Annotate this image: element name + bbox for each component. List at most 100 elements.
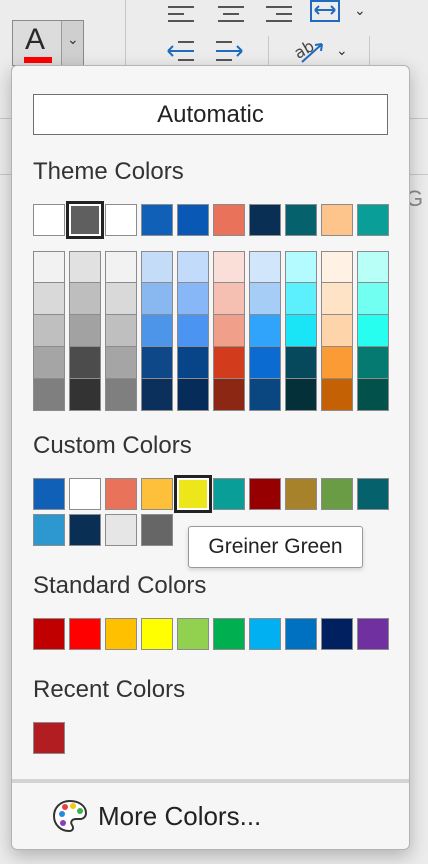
font-color-button[interactable]: A ⌄ <box>12 20 84 66</box>
standard-color-swatch[interactable] <box>249 618 281 650</box>
theme-shade-swatch[interactable] <box>69 251 101 283</box>
custom-color-swatch[interactable] <box>105 514 137 546</box>
theme-shade-swatch[interactable] <box>69 379 101 411</box>
theme-shade-swatch[interactable] <box>321 347 353 379</box>
theme-shade-swatch[interactable] <box>357 251 389 283</box>
custom-color-swatch[interactable] <box>105 478 137 510</box>
theme-color-swatch[interactable] <box>249 204 281 236</box>
align-center-icon[interactable] <box>218 4 246 24</box>
theme-color-swatch[interactable] <box>66 201 104 239</box>
theme-shade-swatch[interactable] <box>321 379 353 411</box>
theme-shade-swatch[interactable] <box>357 347 389 379</box>
custom-color-swatch[interactable] <box>213 478 245 510</box>
theme-shade-swatch[interactable] <box>105 315 137 347</box>
standard-color-swatch[interactable] <box>105 618 137 650</box>
theme-color-swatch[interactable] <box>321 204 353 236</box>
increase-indent-icon[interactable] <box>214 40 244 64</box>
more-colors-button[interactable]: More Colors... <box>52 794 261 838</box>
theme-color-swatch[interactable] <box>357 204 389 236</box>
recent-color-swatch[interactable] <box>33 722 65 754</box>
theme-shade-swatch[interactable] <box>105 251 137 283</box>
custom-color-swatch[interactable] <box>69 514 101 546</box>
theme-shade-swatch[interactable] <box>249 283 281 315</box>
theme-shade-swatch[interactable] <box>177 315 209 347</box>
standard-color-swatch[interactable] <box>285 618 317 650</box>
standard-color-swatch[interactable] <box>357 618 389 650</box>
standard-color-swatch[interactable] <box>321 618 353 650</box>
standard-color-swatch[interactable] <box>69 618 101 650</box>
theme-color-swatch[interactable] <box>285 204 317 236</box>
custom-color-swatch[interactable] <box>249 478 281 510</box>
theme-shade-swatch[interactable] <box>105 283 137 315</box>
align-left-icon[interactable] <box>168 4 196 24</box>
theme-shade-swatch[interactable] <box>141 283 173 315</box>
align-right-icon[interactable] <box>266 4 294 24</box>
theme-shade-swatch[interactable] <box>321 315 353 347</box>
font-color-dropdown-toggle[interactable]: ⌄ <box>61 21 83 65</box>
font-color-apply[interactable]: A <box>13 21 61 65</box>
custom-color-swatch[interactable] <box>174 475 212 513</box>
theme-shade-swatch[interactable] <box>177 347 209 379</box>
custom-color-swatch[interactable] <box>285 478 317 510</box>
chevron-down-icon[interactable]: ⌄ <box>354 2 366 19</box>
theme-shade-swatch[interactable] <box>33 347 65 379</box>
more-colors-label: More Colors... <box>98 800 262 831</box>
theme-shade-swatch[interactable] <box>285 315 317 347</box>
theme-shade-swatch[interactable] <box>33 315 65 347</box>
custom-color-swatch[interactable] <box>321 478 353 510</box>
theme-color-swatch[interactable] <box>141 204 173 236</box>
theme-shade-swatch[interactable] <box>33 283 65 315</box>
theme-shade-swatch[interactable] <box>141 251 173 283</box>
theme-shade-swatch[interactable] <box>141 347 173 379</box>
theme-shade-swatch[interactable] <box>213 379 245 411</box>
theme-shade-swatch[interactable] <box>285 379 317 411</box>
theme-shade-swatch[interactable] <box>285 347 317 379</box>
theme-shade-swatch[interactable] <box>213 251 245 283</box>
custom-color-swatch[interactable] <box>141 478 173 510</box>
theme-shade-swatch[interactable] <box>357 315 389 347</box>
automatic-button[interactable]: Automatic <box>33 94 388 135</box>
theme-color-swatch[interactable] <box>105 204 137 236</box>
theme-shade-swatch[interactable] <box>213 347 245 379</box>
standard-color-swatch[interactable] <box>33 618 65 650</box>
theme-shade-swatch[interactable] <box>213 315 245 347</box>
theme-shade-swatch[interactable] <box>105 379 137 411</box>
theme-shade-swatch[interactable] <box>285 283 317 315</box>
theme-shade-swatch[interactable] <box>249 347 281 379</box>
custom-color-swatch[interactable] <box>357 478 389 510</box>
theme-shade-swatch[interactable] <box>177 283 209 315</box>
theme-shade-swatch[interactable] <box>249 379 281 411</box>
theme-shade-swatch[interactable] <box>357 379 389 411</box>
standard-color-swatch[interactable] <box>141 618 173 650</box>
chevron-down-icon[interactable]: ⌄ <box>336 42 348 59</box>
theme-shade-swatch[interactable] <box>33 379 65 411</box>
theme-shade-swatch[interactable] <box>285 251 317 283</box>
theme-shade-swatch[interactable] <box>69 315 101 347</box>
theme-shade-swatch[interactable] <box>177 251 209 283</box>
theme-shade-swatch[interactable] <box>141 379 173 411</box>
theme-shade-swatch[interactable] <box>69 283 101 315</box>
theme-shade-swatch[interactable] <box>69 347 101 379</box>
theme-color-swatch[interactable] <box>33 204 65 236</box>
theme-shade-swatch[interactable] <box>33 251 65 283</box>
theme-shade-swatch[interactable] <box>321 283 353 315</box>
theme-shade-swatch[interactable] <box>249 251 281 283</box>
standard-color-swatch[interactable] <box>213 618 245 650</box>
text-direction-icon[interactable]: ab <box>292 38 326 66</box>
custom-color-swatch[interactable] <box>69 478 101 510</box>
theme-color-swatch[interactable] <box>213 204 245 236</box>
theme-shade-swatch[interactable] <box>357 283 389 315</box>
theme-shade-swatch[interactable] <box>213 283 245 315</box>
standard-color-swatch[interactable] <box>177 618 209 650</box>
custom-color-swatch[interactable] <box>33 478 65 510</box>
custom-color-swatch[interactable] <box>33 514 65 546</box>
theme-shade-swatch[interactable] <box>141 315 173 347</box>
theme-shade-swatch[interactable] <box>177 379 209 411</box>
justify-icon[interactable] <box>310 0 340 24</box>
theme-color-swatch[interactable] <box>177 204 209 236</box>
theme-shade-swatch[interactable] <box>105 347 137 379</box>
custom-color-swatch[interactable] <box>141 514 173 546</box>
decrease-indent-icon[interactable] <box>166 40 196 64</box>
theme-shade-swatch[interactable] <box>249 315 281 347</box>
theme-shade-swatch[interactable] <box>321 251 353 283</box>
